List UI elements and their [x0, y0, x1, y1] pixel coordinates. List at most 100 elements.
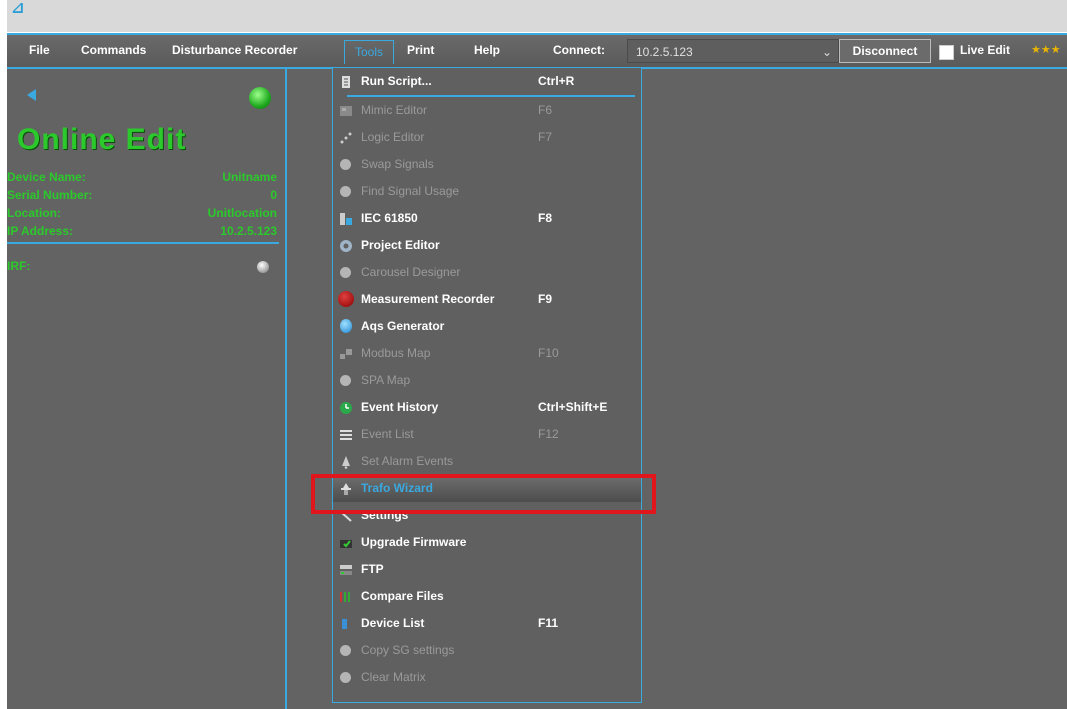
title-bar: ⊿ [7, 0, 1067, 32]
menu-item-label: Find Signal Usage [361, 184, 460, 198]
menu-item-label: Carousel Designer [361, 265, 461, 279]
serial-number-label: Serial Number: [7, 188, 93, 202]
device-name-label: Device Name: [7, 170, 86, 184]
menu-item-spa-map[interactable]: SPA Map [333, 367, 641, 394]
menu-item-shortcut: Ctrl+Shift+E [538, 400, 608, 414]
menu-help[interactable]: Help [474, 43, 500, 57]
menu-item-shortcut: F11 [538, 616, 559, 630]
menu-item-copy-sg-settings[interactable]: Copy SG settings [333, 637, 641, 664]
serial-number-row: Serial Number: 0 [7, 188, 277, 205]
back-arrow-icon[interactable] [27, 89, 36, 101]
record-icon [338, 291, 354, 307]
menu-item-label: Aqs Generator [361, 319, 445, 333]
menu-file[interactable]: File [29, 43, 50, 57]
menu-item-measurement-recorder[interactable]: Measurement Recorder F9 [333, 286, 641, 313]
stars-indicator: ★★★ [1031, 43, 1061, 56]
menu-item-label: Compare Files [361, 589, 444, 603]
menu-item-label: Clear Matrix [361, 670, 426, 684]
ftp-icon [339, 562, 353, 576]
modbus-icon [339, 346, 353, 360]
compare-icon [339, 589, 353, 603]
menu-item-find-signal-usage[interactable]: Find Signal Usage [333, 178, 641, 205]
firmware-icon [339, 535, 353, 549]
connect-label: Connect: [553, 43, 605, 57]
menu-item-shortcut: F6 [538, 103, 553, 117]
dot-icon [340, 267, 351, 278]
location-value: Unitlocation [207, 206, 277, 220]
dot-icon [340, 159, 351, 170]
dot-icon [340, 645, 351, 656]
menu-item-label: Modbus Map [361, 346, 431, 360]
device-info-panel: Online Edit Device Name: Unitname Serial… [7, 69, 287, 709]
menu-item-shortcut: F7 [538, 130, 553, 144]
menu-item-run-script[interactable]: Run Script... Ctrl+R [333, 68, 641, 95]
irf-status-led-icon [257, 261, 269, 273]
menu-item-shortcut: Ctrl+R [538, 74, 575, 88]
dot-icon [340, 375, 351, 386]
device-name-value: Unitname [222, 170, 277, 184]
mimic-icon [339, 103, 353, 117]
menu-item-iec-61850[interactable]: IEC 61850 F8 [333, 205, 641, 232]
ip-address-label: IP Address: [7, 224, 74, 238]
menu-item-ftp[interactable]: FTP [333, 556, 641, 583]
menu-item-label: Swap Signals [361, 157, 434, 171]
connect-address-value: 10.2.5.123 [636, 45, 693, 59]
irf-label: IRF: [7, 259, 31, 273]
online-edit-title: Online Edit [17, 123, 187, 156]
bell-icon [339, 454, 353, 469]
list-icon [339, 427, 353, 441]
menu-item-swap-signals[interactable]: Swap Signals [333, 151, 641, 178]
dot-icon [340, 672, 351, 683]
menu-item-compare-files[interactable]: Compare Files [333, 583, 641, 610]
menu-item-carousel-designer[interactable]: Carousel Designer [333, 259, 641, 286]
menu-item-label: Device List [361, 616, 425, 630]
menu-tools[interactable]: Tools [344, 40, 394, 64]
ip-address-row: IP Address: 10.2.5.123 [7, 224, 277, 241]
menu-item-upgrade-firmware[interactable]: Upgrade Firmware [333, 529, 641, 556]
menu-item-logic-editor[interactable]: Logic Editor F7 [333, 124, 641, 151]
menu-item-label: Project Editor [361, 238, 440, 252]
menu-item-modbus-map[interactable]: Modbus Map F10 [333, 340, 641, 367]
location-row: Location: Unitlocation [7, 206, 277, 223]
menu-item-label: Set Alarm Events [361, 454, 454, 468]
device-name-row: Device Name: Unitname [7, 170, 277, 187]
history-icon [339, 400, 353, 414]
irf-row: IRF: [7, 259, 277, 276]
annotation-highlight-box [311, 474, 656, 514]
menu-item-label: Upgrade Firmware [361, 535, 467, 549]
menu-item-mimic-editor[interactable]: Mimic Editor F6 [333, 97, 641, 124]
menu-item-event-list[interactable]: Event List F12 [333, 421, 641, 448]
menu-bar: File Commands Disturbance Recorder Tools… [7, 33, 1067, 69]
menu-item-shortcut: F9 [538, 292, 553, 306]
drop-icon [340, 319, 352, 333]
menu-item-device-list[interactable]: Device List F11 [333, 610, 641, 637]
menu-item-event-history[interactable]: Event History Ctrl+Shift+E [333, 394, 641, 421]
menu-item-label: IEC 61850 [361, 211, 418, 225]
script-icon [339, 74, 353, 88]
menu-item-label: Event History [361, 400, 439, 414]
menu-item-aqs-generator[interactable]: Aqs Generator [333, 313, 641, 340]
menu-commands[interactable]: Commands [81, 43, 146, 57]
menu-item-set-alarm-events[interactable]: Set Alarm Events [333, 448, 641, 475]
connect-address-input[interactable]: 10.2.5.123 ⌄ [627, 39, 839, 63]
menu-item-label: Measurement Recorder [361, 292, 495, 306]
gear-icon [339, 238, 353, 252]
menu-item-label: Logic Editor [361, 130, 425, 144]
menu-item-label: FTP [361, 562, 384, 576]
live-edit-checkbox[interactable] [939, 45, 954, 60]
device-icon [339, 616, 353, 630]
menu-item-label: Run Script... [361, 74, 432, 88]
menu-disturbance-recorder[interactable]: Disturbance Recorder [172, 43, 297, 57]
menu-item-clear-matrix[interactable]: Clear Matrix [333, 664, 641, 691]
menu-item-label: SPA Map [361, 373, 411, 387]
menu-item-shortcut: F10 [538, 346, 559, 360]
chevron-down-icon[interactable]: ⌄ [822, 40, 832, 64]
disconnect-button[interactable]: Disconnect [839, 39, 931, 63]
menu-item-project-editor[interactable]: Project Editor [333, 232, 641, 259]
tools-dropdown-menu: Run Script... Ctrl+R Mimic Editor F6 Log… [332, 67, 642, 703]
menu-print[interactable]: Print [407, 43, 434, 57]
menu-item-shortcut: F8 [538, 211, 553, 225]
location-label: Location: [7, 206, 61, 220]
live-edit-label: Live Edit [960, 43, 1011, 57]
logic-icon [339, 130, 353, 144]
